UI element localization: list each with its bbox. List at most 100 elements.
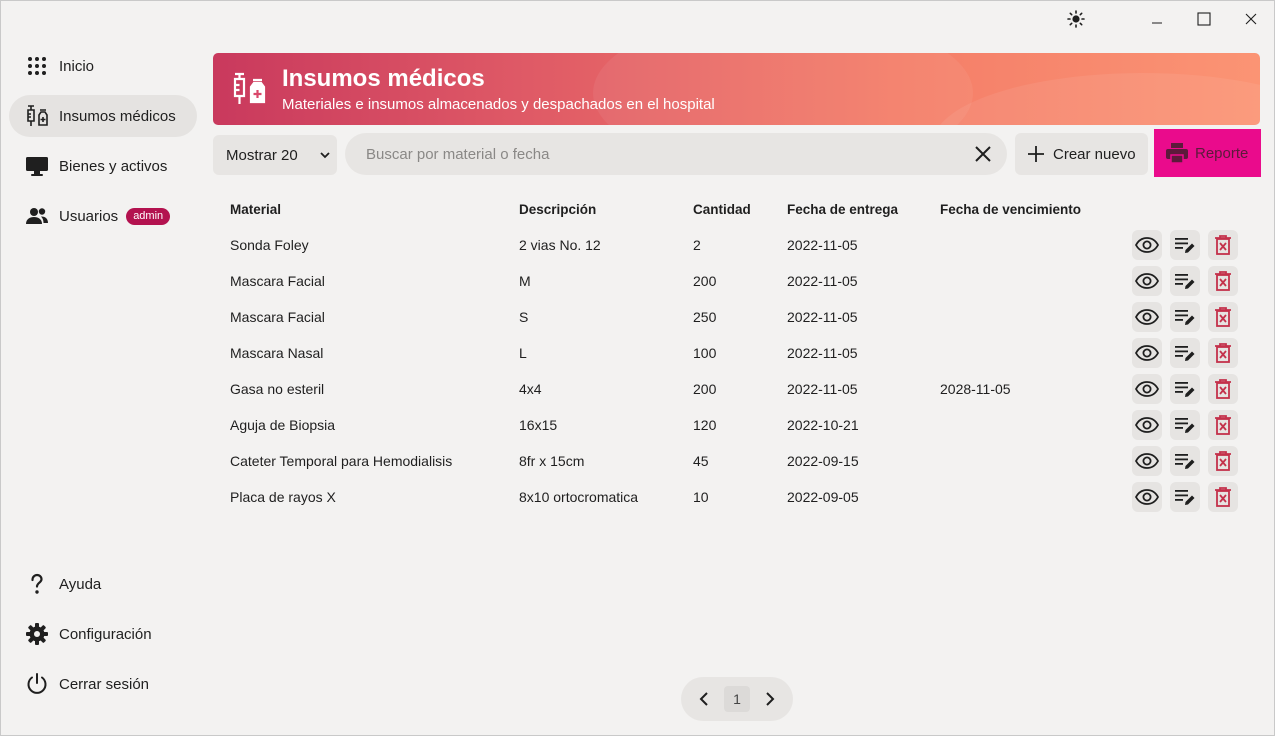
next-page-button[interactable] bbox=[760, 689, 780, 709]
table-row[interactable]: Gasa no esteril 4x4 200 2022-11-05 2028-11-0… bbox=[213, 371, 1260, 407]
help-icon bbox=[25, 572, 49, 596]
power-icon bbox=[25, 672, 49, 696]
cell-cantidad: 45 bbox=[693, 453, 709, 469]
maximize-button[interactable] bbox=[1181, 1, 1227, 37]
sidebar-item-usuarios[interactable]: Usuarios admin bbox=[9, 195, 197, 237]
cell-material: Cateter Temporal para Hemodialisis bbox=[230, 453, 453, 469]
view-button[interactable] bbox=[1132, 410, 1162, 440]
sidebar: Inicio Insumos médicos Bienes y activos … bbox=[9, 41, 197, 731]
sidebar-item-insumos[interactable]: Insumos médicos bbox=[9, 95, 197, 137]
cell-fecha-entrega: 2022-09-15 bbox=[787, 453, 859, 469]
clear-search-icon[interactable] bbox=[973, 144, 993, 164]
column-header-fecha-vencimiento[interactable]: Fecha de vencimiento bbox=[940, 191, 1081, 227]
app-window: Inicio Insumos médicos Bienes y activos … bbox=[0, 0, 1275, 736]
sidebar-item-label: Configuración bbox=[59, 625, 152, 643]
view-button[interactable] bbox=[1132, 338, 1162, 368]
cell-cantidad: 200 bbox=[693, 273, 717, 289]
column-header-cantidad[interactable]: Cantidad bbox=[693, 191, 751, 227]
page-header-banner: Insumos médicos Materiales e insumos alm… bbox=[213, 53, 1260, 125]
table-row[interactable]: Mascara Facial S 250 2022-11-05 bbox=[213, 299, 1260, 335]
cell-fecha-entrega: 2022-11-05 bbox=[787, 345, 858, 361]
theme-toggle-button[interactable] bbox=[1053, 1, 1099, 37]
eye-icon bbox=[1135, 381, 1159, 397]
table-row[interactable]: Cateter Temporal para Hemodialisis 8fr x … bbox=[213, 443, 1260, 479]
delete-icon bbox=[1214, 451, 1232, 471]
cell-material: Mascara Facial bbox=[230, 273, 325, 289]
sidebar-item-label: Ayuda bbox=[59, 575, 102, 593]
sidebar-item-ayuda[interactable]: Ayuda bbox=[9, 563, 197, 605]
sidebar-item-configuracion[interactable]: Configuración bbox=[9, 613, 197, 655]
row-actions bbox=[1132, 374, 1238, 404]
delete-button[interactable] bbox=[1208, 410, 1238, 440]
edit-list-icon bbox=[1174, 415, 1196, 435]
edit-list-icon bbox=[1174, 235, 1196, 255]
edit-button[interactable] bbox=[1170, 230, 1200, 260]
table-row[interactable]: Mascara Facial M 200 2022-11-05 bbox=[213, 263, 1260, 299]
page-subtitle: Materiales e insumos almacenados y despa… bbox=[282, 96, 715, 113]
column-header-descripcion[interactable]: Descripción bbox=[519, 191, 596, 227]
table-row[interactable]: Sonda Foley 2 vias No. 12 2 2022-11-05 bbox=[213, 227, 1260, 263]
delete-button[interactable] bbox=[1208, 230, 1238, 260]
cell-descripcion: 2 vias No. 12 bbox=[519, 237, 601, 253]
view-button[interactable] bbox=[1132, 266, 1162, 296]
minimize-button[interactable] bbox=[1134, 1, 1180, 37]
row-actions bbox=[1132, 338, 1238, 368]
edit-list-icon bbox=[1174, 379, 1196, 399]
delete-icon bbox=[1214, 271, 1232, 291]
delete-button[interactable] bbox=[1208, 338, 1238, 368]
table-row[interactable]: Placa de rayos X 8x10 ortocromatica 10 2022… bbox=[213, 479, 1260, 515]
table-row[interactable]: Aguja de Biopsia 16x15 120 2022-10-21 bbox=[213, 407, 1260, 443]
sidebar-item-inicio[interactable]: Inicio bbox=[9, 45, 197, 87]
create-new-button[interactable]: Crear nuevo bbox=[1015, 133, 1148, 175]
column-header-fecha-entrega[interactable]: Fecha de entrega bbox=[787, 191, 898, 227]
edit-button[interactable] bbox=[1170, 302, 1200, 332]
view-button[interactable] bbox=[1132, 482, 1162, 512]
row-actions bbox=[1132, 446, 1238, 476]
view-button[interactable] bbox=[1132, 374, 1162, 404]
delete-button[interactable] bbox=[1208, 266, 1238, 296]
edit-button[interactable] bbox=[1170, 266, 1200, 296]
cell-material: Placa de rayos X bbox=[230, 489, 336, 505]
view-button[interactable] bbox=[1132, 230, 1162, 260]
row-actions bbox=[1132, 410, 1238, 440]
view-button[interactable] bbox=[1132, 302, 1162, 332]
current-page-number[interactable]: 1 bbox=[724, 686, 750, 712]
table-row[interactable]: Mascara Nasal L 100 2022-11-05 bbox=[213, 335, 1260, 371]
edit-button[interactable] bbox=[1170, 338, 1200, 368]
edit-button[interactable] bbox=[1170, 446, 1200, 476]
delete-button[interactable] bbox=[1208, 374, 1238, 404]
edit-list-icon bbox=[1174, 271, 1196, 291]
close-window-button[interactable] bbox=[1228, 1, 1274, 37]
delete-icon bbox=[1214, 487, 1232, 507]
delete-icon bbox=[1214, 379, 1232, 399]
table-header-row: Material Descripción Cantidad Fecha de e… bbox=[213, 191, 1260, 227]
page-size-select[interactable]: Mostrar 20 bbox=[213, 135, 337, 175]
cell-cantidad: 100 bbox=[693, 345, 717, 361]
view-button[interactable] bbox=[1132, 446, 1162, 476]
edit-button[interactable] bbox=[1170, 482, 1200, 512]
cell-fecha-entrega: 2022-11-05 bbox=[787, 237, 858, 253]
medical-supplies-icon bbox=[233, 72, 266, 104]
delete-button[interactable] bbox=[1208, 446, 1238, 476]
sidebar-item-cerrar-sesion[interactable]: Cerrar sesión bbox=[9, 663, 197, 705]
delete-button[interactable] bbox=[1208, 482, 1238, 512]
monitor-icon bbox=[25, 154, 49, 178]
eye-icon bbox=[1135, 273, 1159, 289]
eye-icon bbox=[1135, 489, 1159, 505]
column-header-material[interactable]: Material bbox=[230, 191, 281, 227]
cell-fecha-entrega: 2022-11-05 bbox=[787, 309, 858, 325]
eye-icon bbox=[1135, 453, 1159, 469]
cell-descripcion: 16x15 bbox=[519, 417, 558, 433]
search-input[interactable] bbox=[366, 145, 946, 163]
sidebar-item-bienes[interactable]: Bienes y activos bbox=[9, 145, 197, 187]
report-button[interactable]: Reporte bbox=[1154, 129, 1261, 177]
row-actions bbox=[1132, 230, 1238, 260]
cell-material: Mascara Nasal bbox=[230, 345, 324, 361]
row-actions bbox=[1132, 482, 1238, 512]
edit-button[interactable] bbox=[1170, 410, 1200, 440]
cell-material: Sonda Foley bbox=[230, 237, 309, 253]
delete-button[interactable] bbox=[1208, 302, 1238, 332]
edit-button[interactable] bbox=[1170, 374, 1200, 404]
previous-page-button[interactable] bbox=[694, 689, 714, 709]
chevron-right-icon bbox=[766, 692, 775, 706]
